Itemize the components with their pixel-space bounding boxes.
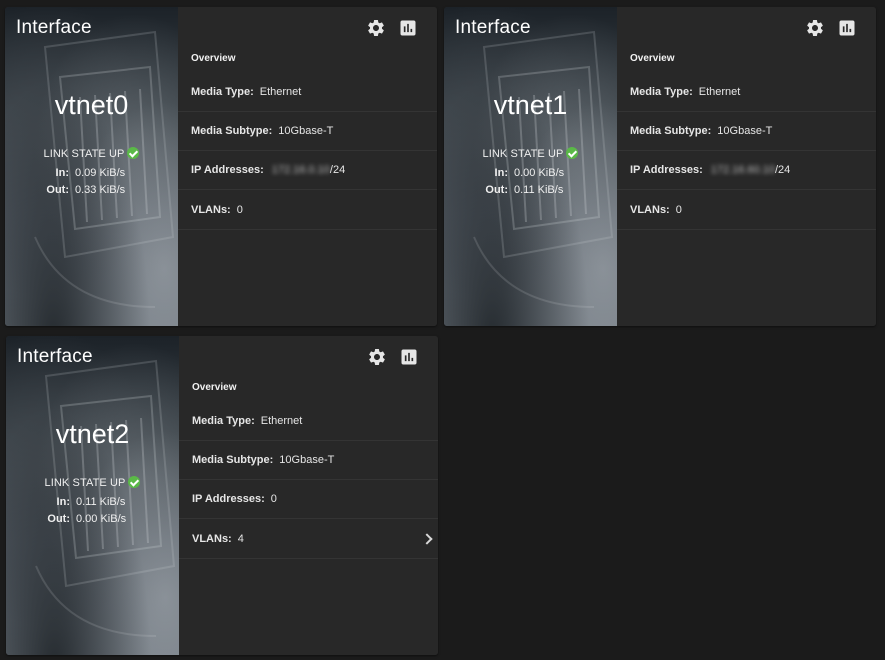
check-circle-icon — [566, 147, 579, 159]
link-state: LINK STATE UP — [444, 147, 617, 160]
interface-card-image: Interface vtnet0 LINK STATE UP In: 0.09 K… — [5, 7, 178, 326]
settings-button[interactable] — [805, 18, 825, 38]
ip-addresses-label: IP Addresses: — [630, 164, 703, 176]
vlans-row: VLANs: 0 — [617, 191, 876, 230]
media-type-label: Media Type: — [630, 86, 693, 98]
traffic-out-value: 0.11 KiB/s — [514, 184, 564, 196]
overview-heading: Overview — [191, 53, 236, 64]
media-subtype-label: Media Subtype: — [191, 125, 273, 137]
gear-icon — [367, 347, 387, 367]
traffic-out: Out: 0.11 KiB/s — [444, 184, 617, 196]
settings-button[interactable] — [367, 347, 387, 367]
check-circle-icon — [128, 476, 141, 488]
media-subtype-value: 10Gbase-T — [278, 125, 334, 137]
vlans-row: VLANs: 0 — [178, 191, 437, 230]
traffic-out-label: Out: — [46, 184, 69, 196]
media-subtype-label: Media Subtype: — [192, 454, 274, 466]
ip-addresses-label: IP Addresses: — [191, 164, 264, 176]
traffic-in-value: 0.11 KiB/s — [76, 496, 126, 508]
ip-addresses-row: IP Addresses: 0 — [179, 480, 438, 519]
traffic-in: In: 0.09 KiB/s — [5, 167, 178, 179]
media-type-row: Media Type: Ethernet — [179, 402, 438, 441]
vlans-row[interactable]: VLANs: 4 — [179, 520, 438, 559]
chevron-right-icon[interactable] — [421, 533, 433, 545]
traffic-in-label: In: — [56, 496, 70, 508]
link-state-label: LINK STATE UP — [482, 148, 564, 160]
ip-address-suffix: /24 — [775, 164, 791, 176]
reports-button[interactable] — [398, 18, 418, 38]
vlans-label: VLANs: — [192, 533, 232, 545]
media-type-label: Media Type: — [191, 86, 254, 98]
vlans-label: VLANs: — [191, 204, 231, 216]
interface-card-image: Interface vtnet1 LINK STATE UP In: 0.00 K… — [444, 7, 617, 326]
reports-button[interactable] — [399, 347, 419, 367]
ip-addresses-row: IP Addresses: 172.16.0.10/24 — [178, 151, 437, 190]
overview-heading: Overview — [192, 382, 237, 393]
gear-icon — [366, 18, 386, 38]
media-type-row: Media Type: Ethernet — [178, 73, 437, 112]
interface-name: vtnet2 — [55, 419, 130, 449]
ip-address-suffix: /24 — [329, 164, 346, 176]
traffic-out: Out: 0.33 KiB/s — [5, 184, 178, 196]
interface-name: vtnet0 — [54, 90, 129, 120]
interface-card-vtnet2: Interface vtnet2 LINK STATE UP In: 0.11 K… — [6, 336, 438, 655]
interface-card-image: Interface vtnet2 LINK STATE UP In: 0.11 K… — [6, 336, 179, 655]
ip-address-redacted: 172.16.60.10 — [710, 164, 775, 176]
link-state-label: LINK STATE UP — [44, 477, 126, 489]
link-state: LINK STATE UP — [6, 476, 179, 489]
media-type-value: Ethernet — [259, 86, 302, 98]
traffic-in: In: 0.11 KiB/s — [6, 496, 179, 508]
interface-details: Overview Media Type: Ethernet Media Subty… — [178, 7, 437, 326]
reports-button[interactable] — [837, 18, 857, 38]
media-type-value: Ethernet — [260, 415, 303, 427]
ip-addresses-row: IP Addresses: 172.16.60.10/24 — [617, 151, 876, 190]
vlans-value: 0 — [675, 204, 682, 216]
traffic-out-label: Out: — [485, 184, 508, 196]
traffic-out-label: Out: — [47, 513, 70, 525]
ip-address-redacted: 172.16.0.10 — [271, 164, 330, 176]
media-subtype-value: 10Gbase-T — [279, 454, 335, 466]
media-type-row: Media Type: Ethernet — [617, 73, 876, 112]
settings-button[interactable] — [366, 18, 386, 38]
media-subtype-row: Media Subtype: 10Gbase-T — [178, 112, 437, 151]
vlans-value: 0 — [236, 204, 243, 216]
card-title: Interface — [17, 346, 93, 367]
media-subtype-label: Media Subtype: — [630, 125, 712, 137]
traffic-out: Out: 0.00 KiB/s — [6, 513, 179, 525]
traffic-in-label: In: — [55, 167, 69, 179]
traffic-out-value: 0.33 KiB/s — [75, 184, 126, 196]
ip-addresses-value: 0 — [270, 493, 277, 505]
interface-details: Overview Media Type: Ethernet Media Subty… — [617, 7, 876, 326]
link-state: LINK STATE UP — [5, 147, 178, 160]
media-subtype-row: Media Subtype: 10Gbase-T — [179, 441, 438, 480]
traffic-in-value: 0.00 KiB/s — [514, 167, 565, 179]
traffic-in: In: 0.00 KiB/s — [444, 167, 617, 179]
traffic-in-label: In: — [494, 167, 508, 179]
bar-chart-icon — [398, 18, 418, 38]
bar-chart-icon — [399, 347, 419, 367]
interfaces-grid: Interface vtnet0 LINK STATE UP In: 0.09 K… — [0, 0, 885, 660]
interface-card-vtnet1: Interface vtnet1 LINK STATE UP In: 0.00 K… — [444, 7, 876, 326]
interface-name: vtnet1 — [493, 90, 568, 120]
media-subtype-value: 10Gbase-T — [717, 125, 773, 137]
ip-addresses-label: IP Addresses: — [192, 493, 265, 505]
card-title: Interface — [16, 17, 92, 38]
traffic-out-value: 0.00 KiB/s — [76, 513, 127, 525]
overview-heading: Overview — [630, 53, 675, 64]
bar-chart-icon — [837, 18, 857, 38]
vlans-label: VLANs: — [630, 204, 670, 216]
gear-icon — [805, 18, 825, 38]
interface-details: Overview Media Type: Ethernet Media Subty… — [179, 336, 438, 655]
media-subtype-row: Media Subtype: 10Gbase-T — [617, 112, 876, 151]
link-state-label: LINK STATE UP — [43, 148, 125, 160]
interface-card-vtnet0: Interface vtnet0 LINK STATE UP In: 0.09 K… — [5, 7, 437, 326]
card-title: Interface — [455, 17, 531, 38]
media-type-label: Media Type: — [192, 415, 255, 427]
check-circle-icon — [127, 147, 140, 159]
media-type-value: Ethernet — [698, 86, 741, 98]
traffic-in-value: 0.09 KiB/s — [75, 167, 126, 179]
vlans-value: 4 — [237, 533, 244, 545]
